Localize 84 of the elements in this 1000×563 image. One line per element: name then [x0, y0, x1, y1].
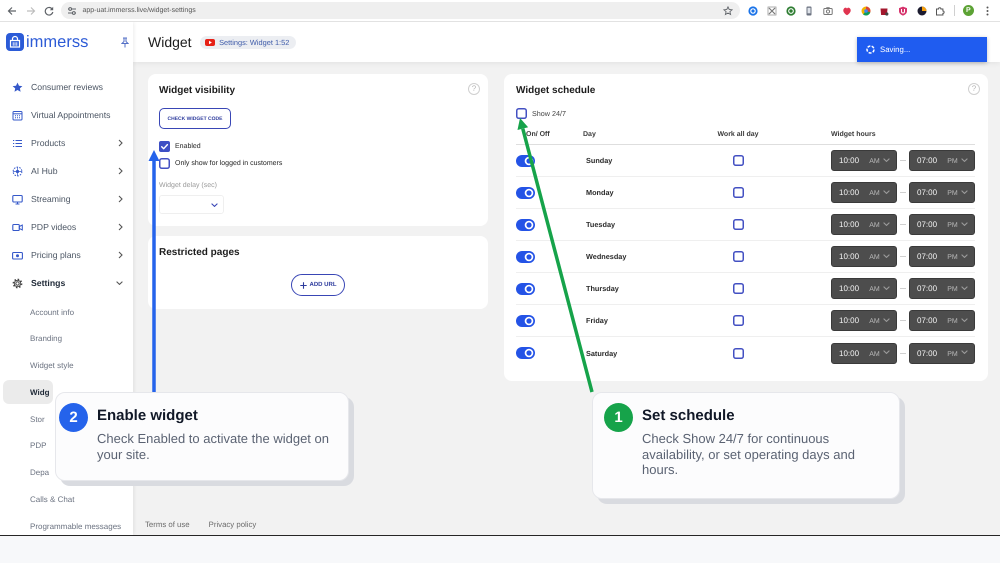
star-icon[interactable]: [722, 6, 732, 16]
play-icon: [204, 38, 215, 46]
chevron-down-icon: [960, 190, 968, 194]
checkbox[interactable]: [732, 315, 744, 326]
step-number: 1: [604, 403, 633, 432]
phone-icon[interactable]: [804, 6, 814, 16]
sidebar-item[interactable]: Settings: [0, 269, 133, 297]
chevron-down-icon: [960, 254, 968, 258]
monitor-icon: [12, 194, 23, 204]
checkbox[interactable]: [159, 158, 170, 168]
chevron-down-icon: [882, 190, 890, 194]
tooltip-title: Set schedule: [642, 407, 736, 425]
toggle-switch[interactable]: [516, 250, 535, 262]
brand-name: immerss: [26, 32, 88, 52]
chevron-down-icon: [882, 158, 890, 162]
checkbox[interactable]: [732, 219, 744, 230]
camera-icon[interactable]: [823, 6, 834, 16]
sidebar-item[interactable]: Widg: [3, 380, 54, 404]
checkbox[interactable]: [732, 283, 744, 294]
checkbox[interactable]: [516, 108, 527, 118]
toggle-switch[interactable]: [516, 314, 535, 326]
sidebar-item[interactable]: Pricing plans: [0, 241, 133, 269]
plus-icon: [300, 282, 306, 288]
puzzle-icon[interactable]: [935, 6, 946, 16]
toggle-switch[interactable]: [516, 218, 535, 230]
card-title: Widget visibility: [159, 84, 236, 98]
banknote-icon: [12, 250, 23, 260]
chevron-down-icon: [882, 318, 890, 322]
more-options-icon[interactable]: [986, 6, 990, 16]
sidebar-item[interactable]: Account info: [3, 300, 78, 324]
sidebar-item[interactable]: Stor: [3, 407, 49, 432]
chevron-down-icon: [882, 222, 890, 226]
sidebar-item[interactable]: Depa: [3, 460, 54, 485]
sidebar-item[interactable]: Calls & Chat: [3, 488, 78, 512]
checkbox[interactable]: [732, 251, 744, 262]
page-title: Widget: [148, 34, 192, 50]
tooltip-text: Check Enabled to activate the widget on your site.: [97, 431, 330, 462]
network-icon: [12, 166, 23, 176]
chevron-down-icon: [882, 254, 890, 258]
chevron-down-icon: [960, 286, 968, 290]
checkbox[interactable]: [732, 348, 744, 358]
gear-icon: [12, 278, 23, 288]
sidebar-item[interactable]: Branding: [3, 326, 66, 351]
video-camera-icon: [12, 222, 23, 232]
step-number: 2: [59, 403, 88, 432]
pin-icon[interactable]: [121, 36, 129, 48]
toggle-switch[interactable]: [516, 282, 535, 294]
sidebar-item[interactable]: PDP videos: [0, 213, 133, 241]
sidebar-item[interactable]: Streaming: [0, 185, 133, 213]
shield-icon[interactable]: [898, 6, 908, 16]
chevron-down-icon: [882, 350, 890, 354]
list-icon: [12, 138, 23, 148]
star-icon: [12, 82, 23, 92]
checkbox[interactable]: [159, 140, 170, 152]
logo-icon: [6, 33, 24, 51]
calendar-icon: [12, 110, 23, 120]
chevron-down-icon: [960, 350, 968, 354]
sidebar-item[interactable]: Programmable messages: [3, 514, 126, 535]
reload-icon[interactable]: [44, 6, 54, 16]
card-title: Widget schedule: [516, 84, 596, 98]
sidebar-item[interactable]: Virtual Appointments: [0, 101, 133, 129]
chevron-down-icon: [211, 202, 218, 206]
chevron-down-icon: [960, 158, 968, 162]
sidebar-item[interactable]: Widget style: [3, 354, 78, 378]
sidebar-item[interactable]: AI Hub: [0, 157, 133, 185]
tooltip-title: Enable widget: [97, 407, 199, 425]
chevron-down-icon: [960, 318, 968, 322]
spinner-icon: [866, 45, 875, 54]
back-icon[interactable]: [7, 6, 17, 16]
sliders-icon[interactable]: [66, 6, 76, 16]
heart-icon[interactable]: [842, 6, 852, 16]
chevron-down-icon: [960, 222, 968, 226]
extension-icon[interactable]: [879, 6, 890, 16]
sidebar-item[interactable]: PDP: [3, 434, 50, 458]
toggle-switch[interactable]: [516, 347, 535, 359]
checkbox[interactable]: [732, 187, 744, 198]
toggle-switch[interactable]: [516, 186, 535, 198]
checkbox[interactable]: [732, 155, 744, 166]
tooltip-text: Check Show 24/7 for continuous availability, or set operating days and hours.: [642, 431, 856, 478]
extension-icon[interactable]: [916, 6, 927, 16]
sidebar-item[interactable]: Consumer reviews: [0, 73, 133, 101]
sidebar-item[interactable]: Products: [0, 129, 133, 157]
chevron-down-icon: [882, 286, 890, 290]
card-title: Restricted pages: [159, 246, 240, 260]
